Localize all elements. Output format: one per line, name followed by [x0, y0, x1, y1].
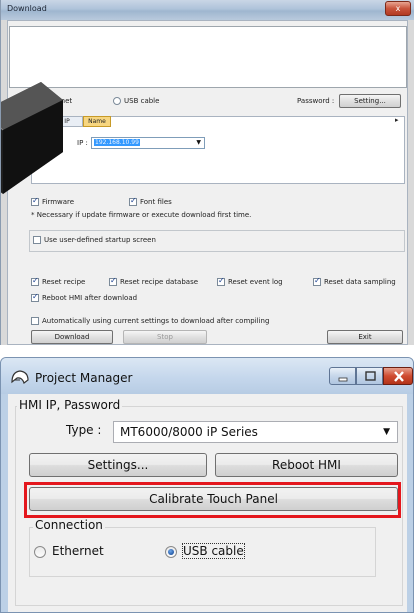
chevron-down-icon: ▼ — [383, 427, 390, 437]
type-label: Type : — [66, 423, 102, 437]
reset-data-sampling-checkbox[interactable]: Reset data sampling — [313, 276, 396, 286]
project-manager-title: Project Manager — [35, 371, 133, 385]
ip-field-label: IP : — [77, 139, 88, 147]
reboot-hmi-button[interactable]: Reboot HMI — [215, 453, 398, 477]
checkbox-checked-icon — [217, 276, 225, 286]
download-usb-label: USB cable — [124, 97, 160, 105]
checkbox-checked-icon — [129, 196, 137, 206]
hmi-group-label: HMI IP, Password — [17, 398, 123, 412]
download-close-button[interactable]: x — [385, 1, 411, 16]
reset-recipe-db-checkbox[interactable]: Reset recipe database — [109, 276, 199, 286]
radio-unselected-icon — [113, 97, 121, 105]
checkbox-unchecked-icon — [33, 236, 41, 244]
connection-group-label: Connection — [33, 518, 105, 532]
reboot-hmi-checkbox[interactable]: Reboot HMI after download — [31, 292, 138, 302]
reset-event-log-label: Reset event log — [228, 278, 283, 286]
type-value: MT6000/8000 iP Series — [120, 425, 258, 439]
checkbox-checked-icon — [31, 292, 39, 302]
password-label: Password : — [297, 97, 335, 105]
exit-button[interactable]: Exit — [327, 330, 403, 344]
usb-cable-label: USB cable — [182, 543, 245, 559]
font-files-label: Font files — [140, 198, 172, 206]
highlight-box — [24, 482, 401, 518]
checkbox-checked-icon — [313, 276, 321, 286]
ethernet-radio[interactable]: Ethernet — [34, 544, 104, 558]
project-manager-icon — [11, 370, 29, 384]
download-title: Download — [7, 4, 47, 13]
checkbox-unchecked-icon — [31, 317, 39, 325]
auto-settings-checkbox[interactable]: Automatically using current settings to … — [31, 317, 269, 325]
tab-name[interactable]: Name — [83, 116, 111, 127]
startup-screen-label: Use user-defined startup screen — [44, 236, 156, 244]
overlapping-device-image — [1, 82, 63, 194]
maximize-icon[interactable] — [356, 367, 383, 385]
startup-screen-checkbox[interactable]: Use user-defined startup screen — [33, 236, 156, 244]
download-usb-radio[interactable]: USB cable — [113, 97, 159, 105]
ip-combobox[interactable]: 192.168.10.99 ▼ — [91, 137, 205, 149]
settings-button[interactable]: Settings... — [29, 453, 207, 477]
reset-event-log-checkbox[interactable]: Reset event log — [217, 276, 283, 286]
reset-recipe-db-label: Reset recipe database — [120, 278, 199, 286]
close-icon[interactable] — [383, 367, 413, 385]
download-button[interactable]: Download — [31, 330, 113, 344]
checkbox-checked-icon — [31, 276, 39, 286]
radio-selected-icon — [165, 545, 177, 558]
ethernet-label: Ethernet — [52, 544, 104, 558]
reboot-hmi-label: Reboot HMI after download — [42, 294, 138, 302]
setting-button[interactable]: Setting... — [339, 94, 401, 108]
reset-data-sampling-label: Reset data sampling — [324, 278, 396, 286]
font-files-checkbox[interactable]: Font files — [129, 196, 172, 206]
chevron-down-icon: ▼ — [196, 139, 201, 146]
checkbox-checked-icon — [109, 276, 117, 286]
type-combobox[interactable]: MT6000/8000 iP Series ▼ — [113, 421, 398, 443]
ip-value: 192.168.10.99 — [94, 139, 140, 146]
usb-cable-radio[interactable]: USB cable — [165, 543, 245, 559]
project-manager-titlebar: Project Manager — [1, 358, 413, 394]
stop-button[interactable]: Stop — [123, 330, 207, 344]
auto-settings-label: Automatically using current settings to … — [42, 317, 270, 325]
minimize-icon[interactable] — [329, 367, 356, 385]
radio-unselected-icon — [34, 545, 46, 558]
download-window: Download x Ethernet USB cable Password :… — [0, 0, 414, 345]
reset-recipe-label: Reset recipe — [42, 278, 86, 286]
download-titlebar: Download x — [1, 0, 414, 20]
download-log-area — [9, 26, 407, 88]
reset-recipe-checkbox[interactable]: Reset recipe — [31, 276, 86, 286]
arrow-right-icon[interactable]: ▸ — [395, 116, 399, 124]
firmware-note: * Necessary if update firmware or execut… — [31, 211, 252, 219]
